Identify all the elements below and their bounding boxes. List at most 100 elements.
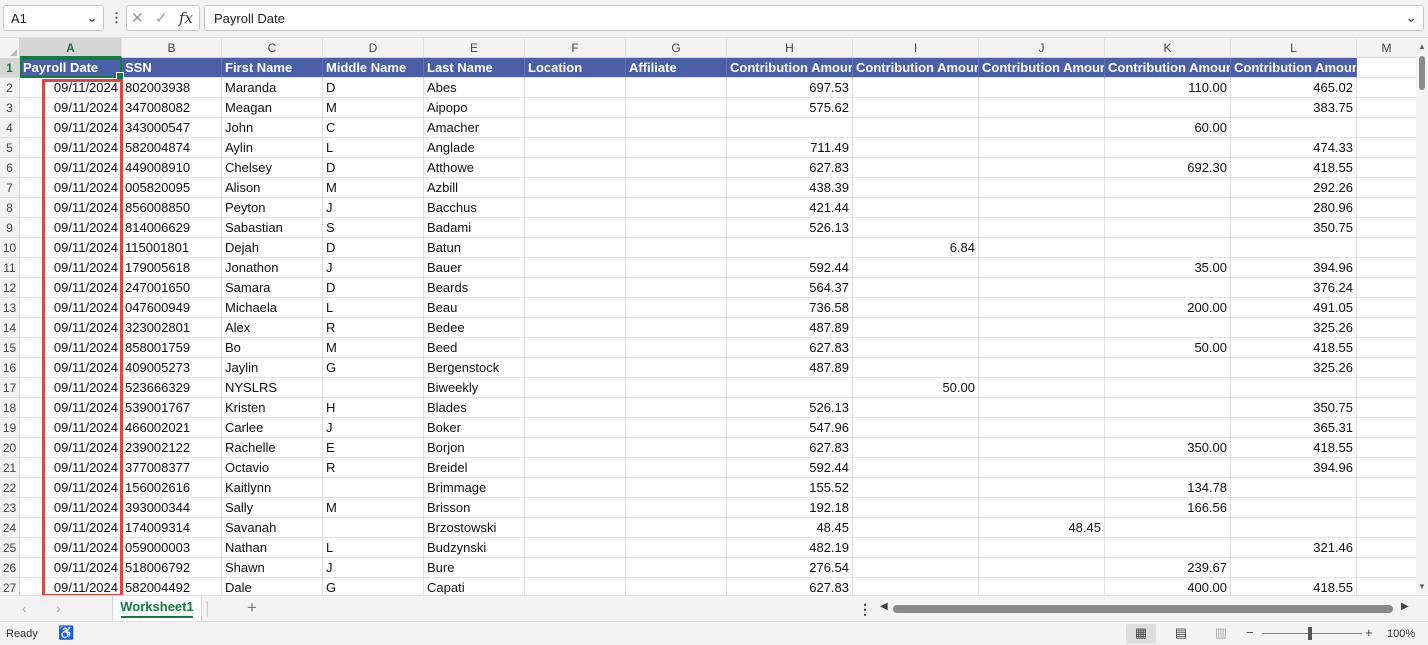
table-cell[interactable]: D: [323, 238, 424, 258]
chevron-down-icon[interactable]: ⌄: [86, 9, 98, 26]
empty-cell[interactable]: [1357, 298, 1416, 318]
empty-cell[interactable]: [1357, 418, 1416, 438]
empty-cell[interactable]: [525, 338, 626, 358]
table-cell[interactable]: 802003938: [122, 78, 222, 98]
table-cell[interactable]: [323, 478, 424, 498]
empty-cell[interactable]: [525, 518, 626, 538]
table-cell[interactable]: Alison: [222, 178, 323, 198]
table-cell[interactable]: H: [323, 398, 424, 418]
row-header[interactable]: 12: [0, 278, 20, 298]
header-cell[interactable]: Middle Name: [323, 58, 424, 78]
table-cell[interactable]: 438.39: [727, 178, 853, 198]
table-cell[interactable]: 627.83: [727, 438, 853, 458]
empty-cell[interactable]: [626, 418, 727, 438]
table-cell[interactable]: Maranda: [222, 78, 323, 98]
table-cell[interactable]: 383.75: [1231, 98, 1357, 118]
table-cell[interactable]: Alex: [222, 318, 323, 338]
table-cell[interactable]: [853, 518, 979, 538]
empty-cell[interactable]: [626, 198, 727, 218]
empty-cell[interactable]: [525, 578, 626, 595]
table-cell[interactable]: 376.24: [1231, 278, 1357, 298]
table-cell[interactable]: 48.45: [979, 518, 1105, 538]
table-cell[interactable]: Nathan: [222, 538, 323, 558]
table-cell[interactable]: L: [323, 138, 424, 158]
table-cell[interactable]: 343000547: [122, 118, 222, 138]
table-cell[interactable]: 325.26: [1231, 358, 1357, 378]
table-cell[interactable]: 239.67: [1105, 558, 1231, 578]
row-header[interactable]: 8: [0, 198, 20, 218]
table-cell[interactable]: [1231, 238, 1357, 258]
table-cell[interactable]: 09/11/2024: [20, 278, 122, 298]
table-cell[interactable]: Amacher: [424, 118, 525, 138]
empty-cell[interactable]: [525, 478, 626, 498]
table-cell[interactable]: [1105, 138, 1231, 158]
empty-cell[interactable]: [626, 538, 727, 558]
table-cell[interactable]: 09/11/2024: [20, 518, 122, 538]
empty-cell[interactable]: [626, 118, 727, 138]
header-cell[interactable]: Location: [525, 58, 626, 78]
table-cell[interactable]: Bauer: [424, 258, 525, 278]
table-cell[interactable]: 393000344: [122, 498, 222, 518]
table-cell[interactable]: 547.96: [727, 418, 853, 438]
table-cell[interactable]: 350.75: [1231, 398, 1357, 418]
column-header-i[interactable]: I: [853, 38, 979, 58]
empty-cell[interactable]: [1357, 78, 1416, 98]
table-cell[interactable]: [853, 478, 979, 498]
table-cell[interactable]: [979, 358, 1105, 378]
table-cell[interactable]: [1105, 198, 1231, 218]
table-cell[interactable]: 09/11/2024: [20, 358, 122, 378]
next-sheet-icon[interactable]: ›: [56, 600, 61, 616]
table-cell[interactable]: [853, 198, 979, 218]
empty-cell[interactable]: [525, 178, 626, 198]
table-cell[interactable]: [979, 558, 1105, 578]
column-header-h[interactable]: H: [727, 38, 853, 58]
table-cell[interactable]: [979, 318, 1105, 338]
table-cell[interactable]: 487.89: [727, 318, 853, 338]
empty-cell[interactable]: [626, 258, 727, 278]
table-cell[interactable]: [979, 138, 1105, 158]
table-cell[interactable]: 394.96: [1231, 258, 1357, 278]
column-header-g[interactable]: G: [626, 38, 727, 58]
row-header[interactable]: 11: [0, 258, 20, 278]
column-header-d[interactable]: D: [323, 38, 424, 58]
table-cell[interactable]: 323002801: [122, 318, 222, 338]
table-cell[interactable]: [1105, 538, 1231, 558]
header-cell[interactable]: Contribution Amount: [979, 58, 1105, 78]
table-cell[interactable]: Kaitlynn: [222, 478, 323, 498]
empty-cell[interactable]: [1357, 158, 1416, 178]
table-cell[interactable]: 365.31: [1231, 418, 1357, 438]
normal-view-icon[interactable]: ▦: [1126, 624, 1156, 644]
row-header[interactable]: 23: [0, 498, 20, 518]
table-cell[interactable]: 09/11/2024: [20, 258, 122, 278]
table-cell[interactable]: [979, 178, 1105, 198]
table-cell[interactable]: Batun: [424, 238, 525, 258]
table-cell[interactable]: [853, 358, 979, 378]
table-cell[interactable]: [979, 338, 1105, 358]
row-header[interactable]: 9: [0, 218, 20, 238]
row-header[interactable]: 22: [0, 478, 20, 498]
table-cell[interactable]: 711.49: [727, 138, 853, 158]
table-cell[interactable]: Sabastian: [222, 218, 323, 238]
table-cell[interactable]: 09/11/2024: [20, 458, 122, 478]
table-cell[interactable]: 09/11/2024: [20, 338, 122, 358]
empty-cell[interactable]: [1357, 478, 1416, 498]
zoom-slider[interactable]: [1262, 633, 1362, 634]
table-cell[interactable]: Jonathon: [222, 258, 323, 278]
table-cell[interactable]: [853, 438, 979, 458]
table-cell[interactable]: [1105, 218, 1231, 238]
table-cell[interactable]: [979, 538, 1105, 558]
table-cell[interactable]: [853, 78, 979, 98]
empty-cell[interactable]: [626, 438, 727, 458]
empty-cell[interactable]: [525, 418, 626, 438]
row-header[interactable]: 16: [0, 358, 20, 378]
scroll-down-icon[interactable]: ▼: [1418, 582, 1426, 591]
header-cell[interactable]: Contribution Amount: [1231, 58, 1357, 78]
empty-cell[interactable]: [626, 238, 727, 258]
column-header-k[interactable]: K: [1105, 38, 1231, 58]
header-cell[interactable]: Affiliate: [626, 58, 727, 78]
table-cell[interactable]: [1231, 378, 1357, 398]
empty-cell[interactable]: [1357, 538, 1416, 558]
empty-cell[interactable]: [525, 378, 626, 398]
row-header[interactable]: 14: [0, 318, 20, 338]
table-cell[interactable]: Brisson: [424, 498, 525, 518]
